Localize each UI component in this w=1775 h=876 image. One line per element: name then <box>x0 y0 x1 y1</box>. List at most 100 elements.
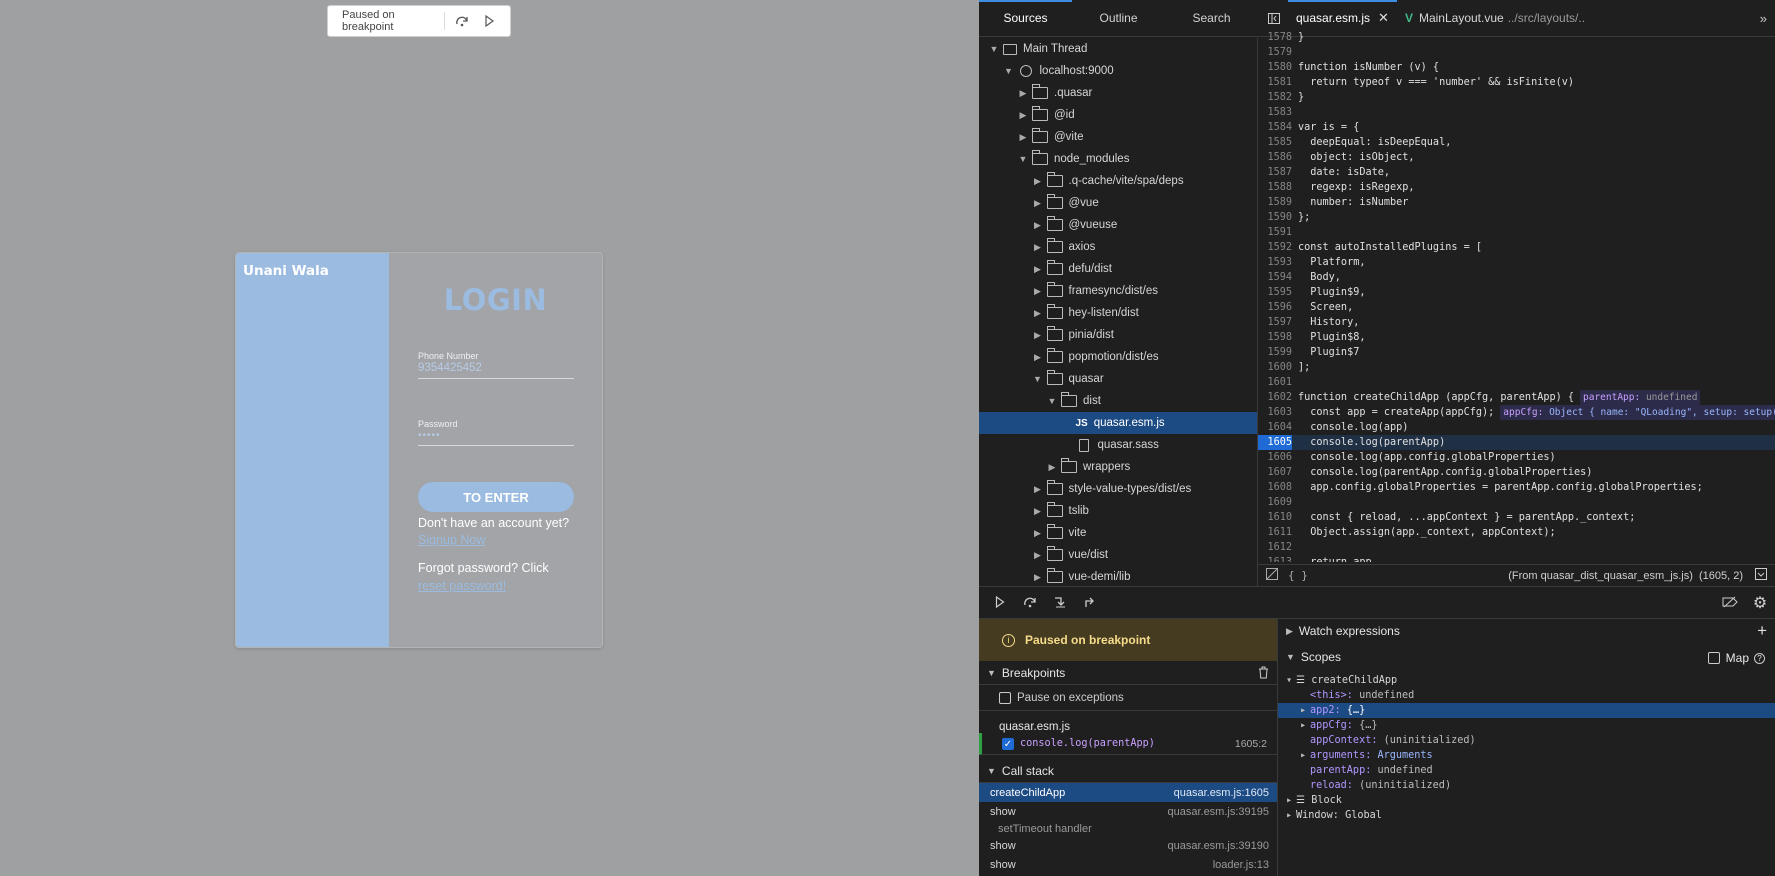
step-in-icon[interactable] <box>1045 595 1075 611</box>
chevron-right-icon[interactable]: ▶ <box>1031 330 1045 341</box>
code-line[interactable]: 1585 deepEqual: isDeepEqual, <box>1258 135 1775 150</box>
password-field[interactable]: Password ••••• <box>418 419 574 446</box>
source-map-icon[interactable] <box>1755 568 1767 583</box>
line-number[interactable]: 1598 <box>1258 330 1292 345</box>
code-line[interactable]: 1602 function createChildApp (appCfg, par… <box>1258 390 1775 405</box>
resume-icon[interactable] <box>478 10 500 32</box>
call-stack-frame[interactable]: show loader.js:13 <box>979 855 1277 874</box>
breakpoint-entry[interactable]: ✓ console.log(parentApp) 1605:2 <box>979 733 1277 755</box>
code-line[interactable]: 1606 console.log(app.config.globalProper… <box>1258 450 1775 465</box>
line-number[interactable]: 1605 <box>1258 435 1292 450</box>
map-toggle[interactable]: Map ? <box>1707 651 1765 665</box>
step-over-icon[interactable] <box>451 10 473 32</box>
chevron-right-icon[interactable]: ▶ <box>1031 550 1045 561</box>
line-number[interactable]: 1603 <box>1258 405 1292 420</box>
chevron-down-icon[interactable]: ▾ <box>1286 673 1296 688</box>
line-number[interactable]: 1586 <box>1258 150 1292 165</box>
code-line[interactable]: 1578} <box>1258 30 1775 45</box>
call-stack-header[interactable]: ▼ Call stack <box>979 759 1277 783</box>
code-line[interactable]: 1589 number: isNumber <box>1258 195 1775 210</box>
tree-item[interactable]: ▶ @vueuse <box>979 214 1257 236</box>
chevron-down-icon[interactable]: ▼ <box>987 44 1001 54</box>
chevron-down-icon[interactable]: ▼ <box>1045 396 1059 406</box>
code-line[interactable]: 1584 var is = { <box>1258 120 1775 135</box>
code-line[interactable]: 1612 <box>1258 540 1775 555</box>
line-number[interactable]: 1589 <box>1258 195 1292 210</box>
code-line[interactable]: 1608 app.config.globalProperties = paren… <box>1258 480 1775 495</box>
code-line[interactable]: 1583 <box>1258 105 1775 120</box>
code-line[interactable]: 1598 Plugin$8, <box>1258 330 1775 345</box>
watch-expressions-header[interactable]: ▶ Watch expressions + <box>1278 619 1775 643</box>
phone-field[interactable]: Phone Number 9354425452 <box>418 351 574 379</box>
line-number[interactable]: 1595 <box>1258 285 1292 300</box>
breakpoint-checkbox[interactable]: ✓ <box>1002 737 1014 750</box>
code-line[interactable]: 1609 <box>1258 495 1775 510</box>
scopes-header[interactable]: ▼ Scopes Map ? <box>1278 645 1775 669</box>
line-number[interactable]: 1597 <box>1258 315 1292 330</box>
call-stack-group[interactable]: setTimeout handler <box>979 821 1277 836</box>
line-number[interactable]: 1593 <box>1258 255 1292 270</box>
line-number[interactable]: 1606 <box>1258 450 1292 465</box>
tree-item[interactable]: ▼ Main Thread <box>979 38 1257 60</box>
line-number[interactable]: 1596 <box>1258 300 1292 315</box>
line-number[interactable]: 1612 <box>1258 540 1292 555</box>
breakpoints-header[interactable]: ▼ Breakpoints <box>979 661 1277 685</box>
line-number[interactable]: 1585 <box>1258 135 1292 150</box>
tree-item[interactable]: ▼ quasar <box>979 368 1257 390</box>
resume-icon[interactable] <box>985 595 1015 611</box>
line-number[interactable]: 1579 <box>1258 45 1292 60</box>
tree-item[interactable]: ▶ wrappers <box>979 456 1257 478</box>
code-line[interactable]: 1594 Body, <box>1258 270 1775 285</box>
line-number[interactable]: 1599 <box>1258 345 1292 360</box>
inline-preview[interactable]: parentApp: undefined <box>1580 390 1701 405</box>
code-line[interactable]: 1579 <box>1258 45 1775 60</box>
tree-item[interactable]: ▶ vite <box>979 522 1257 544</box>
code-line[interactable]: 1592 const autoInstalledPlugins = [ <box>1258 240 1775 255</box>
tab-sources[interactable]: Sources <box>979 0 1072 36</box>
close-icon[interactable]: ✕ <box>1378 10 1389 26</box>
chevron-down-icon[interactable]: ▼ <box>1016 154 1030 164</box>
code-line[interactable]: 1600]; <box>1258 360 1775 375</box>
chevron-down-icon[interactable]: ▼ <box>1002 66 1016 76</box>
line-number[interactable]: 1590 <box>1258 210 1292 225</box>
code-line[interactable]: 1607 console.log(parentApp.config.global… <box>1258 465 1775 480</box>
code-line[interactable]: 1599 Plugin$7 <box>1258 345 1775 360</box>
call-stack-frame[interactable]: show quasar.esm.js:39195 <box>979 802 1277 821</box>
code-line[interactable]: 1595 Plugin$9, <box>1258 285 1775 300</box>
chevron-right-icon[interactable]: ▶ <box>1031 352 1045 363</box>
code-line[interactable]: 1610 const { reload, ...appContext } = p… <box>1258 510 1775 525</box>
disable-breakpoints-icon[interactable] <box>1715 595 1745 611</box>
scope-row[interactable]: ▸ appCfg: {…} <box>1278 718 1775 733</box>
tree-item[interactable]: quasar.sass <box>979 434 1257 456</box>
code-line[interactable]: 1580 function isNumber (v) { <box>1258 60 1775 75</box>
code-line[interactable]: 1611 Object.assign(app._context, appCont… <box>1258 525 1775 540</box>
phone-input[interactable]: 9354425452 <box>418 361 574 378</box>
tree-item[interactable]: ▶ @vite <box>979 126 1257 148</box>
line-number[interactable]: 1594 <box>1258 270 1292 285</box>
line-number[interactable]: 1584 <box>1258 120 1292 135</box>
code-line[interactable]: 1597 History, <box>1258 315 1775 330</box>
line-number[interactable]: 1588 <box>1258 180 1292 195</box>
line-number[interactable]: 1610 <box>1258 510 1292 525</box>
line-number[interactable]: 1608 <box>1258 480 1292 495</box>
tree-item[interactable]: ▶ hey-listen/dist <box>979 302 1257 324</box>
code-line[interactable]: 1581 return typeof v === 'number' && isF… <box>1258 75 1775 90</box>
code-editor[interactable]: 1578} 1579 1580 function isNumber (v) {1581… <box>1258 30 1775 562</box>
pause-on-exceptions-row[interactable]: Pause on exceptions <box>979 685 1277 711</box>
tree-item[interactable]: ▶ .quasar <box>979 82 1257 104</box>
chevron-right-icon[interactable]: ▶ <box>1031 572 1045 583</box>
chevron-right-icon[interactable]: ▶ <box>1045 462 1059 473</box>
tree-item[interactable]: ▼ dist <box>979 390 1257 412</box>
scope-row[interactable]: ▸ Window: Global <box>1278 808 1775 823</box>
reset-password-link[interactable]: reset password! <box>418 579 506 593</box>
tree-item[interactable]: ▶ @vue <box>979 192 1257 214</box>
tree-item[interactable]: ▶ axios <box>979 236 1257 258</box>
code-line[interactable]: 1593 Platform, <box>1258 255 1775 270</box>
tree-item[interactable]: ▶ style-value-types/dist/es <box>979 478 1257 500</box>
chevron-right-icon[interactable]: ▶ <box>1031 264 1045 275</box>
call-stack-frame[interactable]: createChildApp quasar.esm.js:1605 <box>979 783 1277 802</box>
settings-gear-icon[interactable]: ⚙ <box>1745 593 1775 613</box>
chevron-right-icon[interactable]: ▶ <box>1031 242 1045 253</box>
signup-link[interactable]: Signup Now <box>418 533 485 547</box>
scope-row[interactable]: ▸ app2: {…} <box>1278 703 1775 718</box>
